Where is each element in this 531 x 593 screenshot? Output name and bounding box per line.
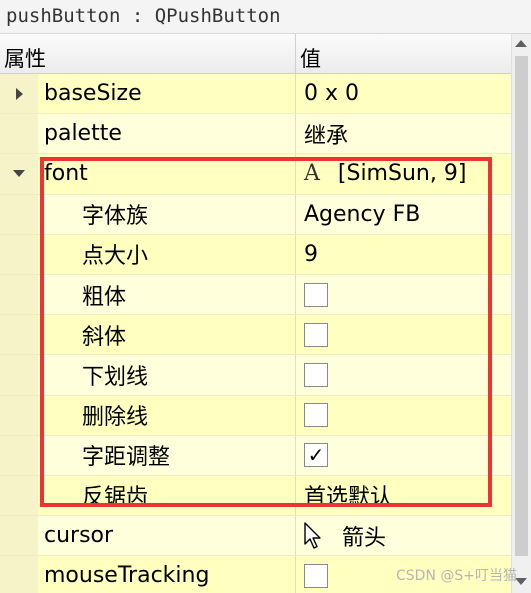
column-header-property[interactable]: 属性	[0, 34, 296, 73]
strikeout-checkbox[interactable]	[304, 403, 328, 428]
vertical-scrollbar[interactable]	[511, 34, 531, 593]
row-gutter	[0, 516, 38, 556]
triangle-down-icon	[13, 170, 25, 178]
property-name-cell: 反锯齿	[0, 475, 296, 516]
row-gutter	[0, 395, 38, 435]
property-name-cell: 粗体	[0, 274, 296, 315]
row-gutter	[0, 315, 38, 355]
property-name-cell: 字距调整	[0, 435, 296, 475]
property-value-cell	[296, 315, 511, 354]
column-header: 属性 值	[0, 34, 511, 74]
property-value-cell: ✓	[296, 436, 511, 475]
property-row-italic[interactable]: 斜体	[0, 315, 511, 356]
property-value[interactable]: 9	[296, 235, 511, 274]
expand-toggle[interactable]	[0, 154, 38, 194]
row-gutter	[0, 475, 38, 516]
property-value-cell	[296, 355, 511, 394]
column-header-value[interactable]: 值	[296, 34, 511, 73]
watermark: CSDN @S+叮当猫	[396, 568, 517, 584]
check-icon: ✓	[307, 443, 325, 468]
property-name-cell: 斜体	[0, 315, 296, 355]
italic-checkbox[interactable]	[304, 322, 328, 347]
row-gutter	[0, 114, 38, 154]
row-gutter	[0, 355, 38, 395]
property-name-cell: 下划线	[0, 355, 296, 395]
property-row-cursor[interactable]: cursor 箭头	[0, 516, 511, 557]
property-row-palette[interactable]: palette 继承	[0, 114, 511, 155]
cursor-value-text: 箭头	[342, 525, 387, 551]
kerning-checkbox[interactable]: ✓	[304, 443, 328, 468]
property-row-basesize[interactable]: baseSize 0 x 0	[0, 74, 511, 115]
property-value[interactable]: 箭头	[296, 516, 511, 555]
property-row-strikeout[interactable]: 删除线	[0, 395, 511, 436]
row-gutter	[0, 435, 38, 475]
property-name: baseSize	[44, 81, 142, 107]
underline-checkbox[interactable]	[304, 362, 328, 387]
object-header: pushButton : QPushButton	[0, 0, 531, 34]
property-name: 删除线	[82, 405, 149, 431]
property-name-cell: 字体族	[0, 194, 296, 234]
mousetracking-checkbox[interactable]	[304, 563, 328, 588]
property-row-font-family[interactable]: 字体族 Agency FB	[0, 194, 511, 235]
property-name: 下划线	[82, 364, 149, 390]
property-value[interactable]: 首选默认	[296, 476, 511, 515]
property-value[interactable]: A [SimSun, 9]	[296, 154, 511, 193]
arrow-cursor-icon	[304, 521, 322, 550]
property-value[interactable]: 0 x 0	[296, 74, 511, 113]
property-row-bold[interactable]: 粗体	[0, 274, 511, 316]
property-name-cell: mouseTracking	[0, 556, 296, 593]
scroll-thumb[interactable]	[515, 56, 528, 556]
font-icon: A	[304, 161, 320, 187]
property-name: 粗体	[82, 284, 127, 310]
property-row-font[interactable]: font A [SimSun, 9]	[0, 154, 511, 195]
property-value[interactable]: Agency FB	[296, 195, 511, 234]
property-name: mouseTracking	[44, 563, 210, 589]
row-gutter	[0, 194, 38, 234]
row-gutter	[0, 556, 38, 593]
property-name-cell: cursor	[0, 516, 296, 556]
row-gutter	[0, 234, 38, 274]
expand-toggle[interactable]	[0, 74, 38, 114]
property-value[interactable]: 继承	[296, 114, 511, 153]
property-name: 点大小	[82, 244, 149, 270]
property-value-cell	[296, 275, 511, 314]
property-name: font	[44, 161, 88, 187]
property-row-kerning[interactable]: 字距调整 ✓	[0, 435, 511, 476]
property-row-antialiasing[interactable]: 反锯齿 首选默认	[0, 475, 511, 517]
property-row-underline[interactable]: 下划线	[0, 355, 511, 396]
property-name: cursor	[44, 523, 114, 549]
property-name: 斜体	[82, 324, 127, 350]
property-name-cell: font	[0, 154, 296, 194]
property-name: palette	[44, 121, 122, 147]
property-name-cell: 删除线	[0, 395, 296, 435]
property-name-cell: 点大小	[0, 234, 296, 274]
triangle-right-icon	[15, 87, 23, 100]
property-name: 字距调整	[82, 445, 171, 471]
property-name: 字体族	[82, 204, 149, 230]
property-table: 属性 值 baseSize 0 x 0 palette 继承 font A [S…	[0, 34, 511, 593]
property-row-point-size[interactable]: 点大小 9	[0, 234, 511, 275]
bold-checkbox[interactable]	[304, 282, 328, 307]
property-name-cell: palette	[0, 114, 296, 154]
property-value-cell	[296, 396, 511, 435]
font-value-text: [SimSun, 9]	[337, 161, 467, 187]
row-gutter	[0, 274, 38, 315]
scroll-up-icon[interactable]	[515, 40, 527, 47]
property-name-cell: baseSize	[0, 74, 296, 114]
property-name: 反锯齿	[82, 485, 149, 511]
